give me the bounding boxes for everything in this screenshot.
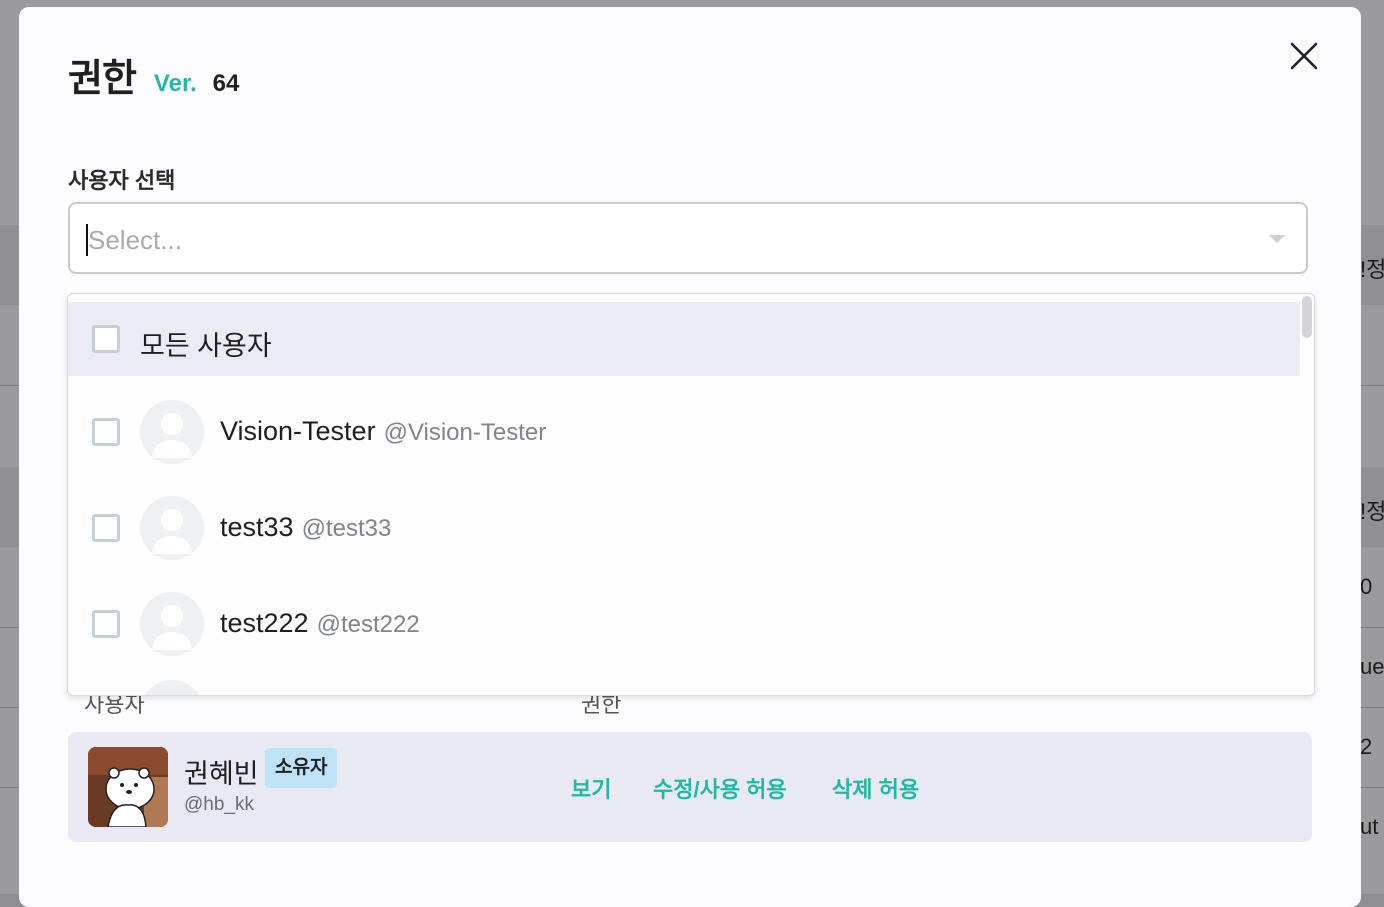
user-dropdown-menu[interactable]: 모든 사용자 Vision-Tester @Vision-Tester test3… (67, 293, 1315, 696)
checkbox[interactable] (92, 418, 120, 446)
user-handle: @test33 (301, 515, 392, 542)
owner-badge: 소유자 (265, 748, 338, 788)
background-text: !정 (1360, 499, 1384, 524)
option-user[interactable]: test33 @test33 (68, 480, 1300, 576)
chevron-down-icon[interactable] (1268, 234, 1286, 244)
close-icon (1290, 42, 1318, 70)
avatar (88, 747, 168, 827)
select-placeholder: Select... (88, 225, 182, 255)
avatar-placeholder-icon (140, 680, 204, 695)
background-text: ue (1360, 654, 1384, 679)
checkbox[interactable] (92, 325, 120, 353)
avatar-placeholder-icon (140, 592, 204, 656)
checkbox[interactable] (92, 514, 120, 542)
owner-name: 권혜빈 (184, 759, 259, 789)
background-text: !정 (1360, 257, 1384, 282)
option-user-name: test222 @test222 (220, 608, 420, 639)
background-text: 0 (1360, 574, 1373, 599)
scrollbar-thumb[interactable] (1302, 296, 1312, 338)
checkbox[interactable] (92, 610, 120, 638)
user-select-input[interactable]: Select... (68, 202, 1308, 274)
user-handle: @Vision-Tester (383, 419, 547, 446)
view-permission-toggle[interactable]: 보기 (571, 772, 611, 804)
dialog-title: 권한 (68, 58, 137, 100)
user-name: test222 (220, 608, 309, 638)
option-user-name: test33 @test33 (220, 512, 391, 543)
option-user[interactable]: Vision-Tester @Vision-Tester (68, 384, 1300, 480)
option-all-users[interactable]: 모든 사용자 (68, 302, 1300, 376)
bear-avatar-image (88, 747, 168, 827)
option-user-partial[interactable] (68, 672, 1300, 695)
background-text: 2 (1360, 734, 1373, 759)
option-user[interactable]: test222 @test222 (68, 576, 1300, 672)
user-name: Vision-Tester (220, 416, 376, 446)
user-name: test33 (220, 512, 294, 542)
close-button[interactable] (1289, 41, 1319, 71)
avatar-placeholder-icon (140, 400, 204, 464)
user-handle: @test222 (316, 611, 420, 638)
option-user-name: Vision-Tester @Vision-Tester (220, 416, 546, 447)
user-select-label: 사용자 선택 (68, 168, 176, 193)
permissions-dialog: 권한 Ver. 64 사용자 선택 Select... 사용자 권한 권혜빈 소… (19, 7, 1361, 907)
option-label: 모든 사용자 (140, 331, 272, 361)
version-label: Ver. (153, 70, 197, 97)
delete-permission-toggle[interactable]: 삭제 허용 (832, 772, 919, 804)
dialog-header: 권한 Ver. 64 (68, 47, 239, 102)
edit-use-permission-toggle[interactable]: 수정/사용 허용 (653, 772, 787, 804)
avatar-placeholder-icon (140, 496, 204, 560)
owner-handle: @hb_kk (184, 794, 254, 815)
background-text: ut (1360, 814, 1379, 839)
owner-permission-row: 권혜빈 소유자 @hb_kk 보기 수정/사용 허용 삭제 허용 (68, 732, 1312, 842)
version-number: 64 (212, 70, 240, 97)
